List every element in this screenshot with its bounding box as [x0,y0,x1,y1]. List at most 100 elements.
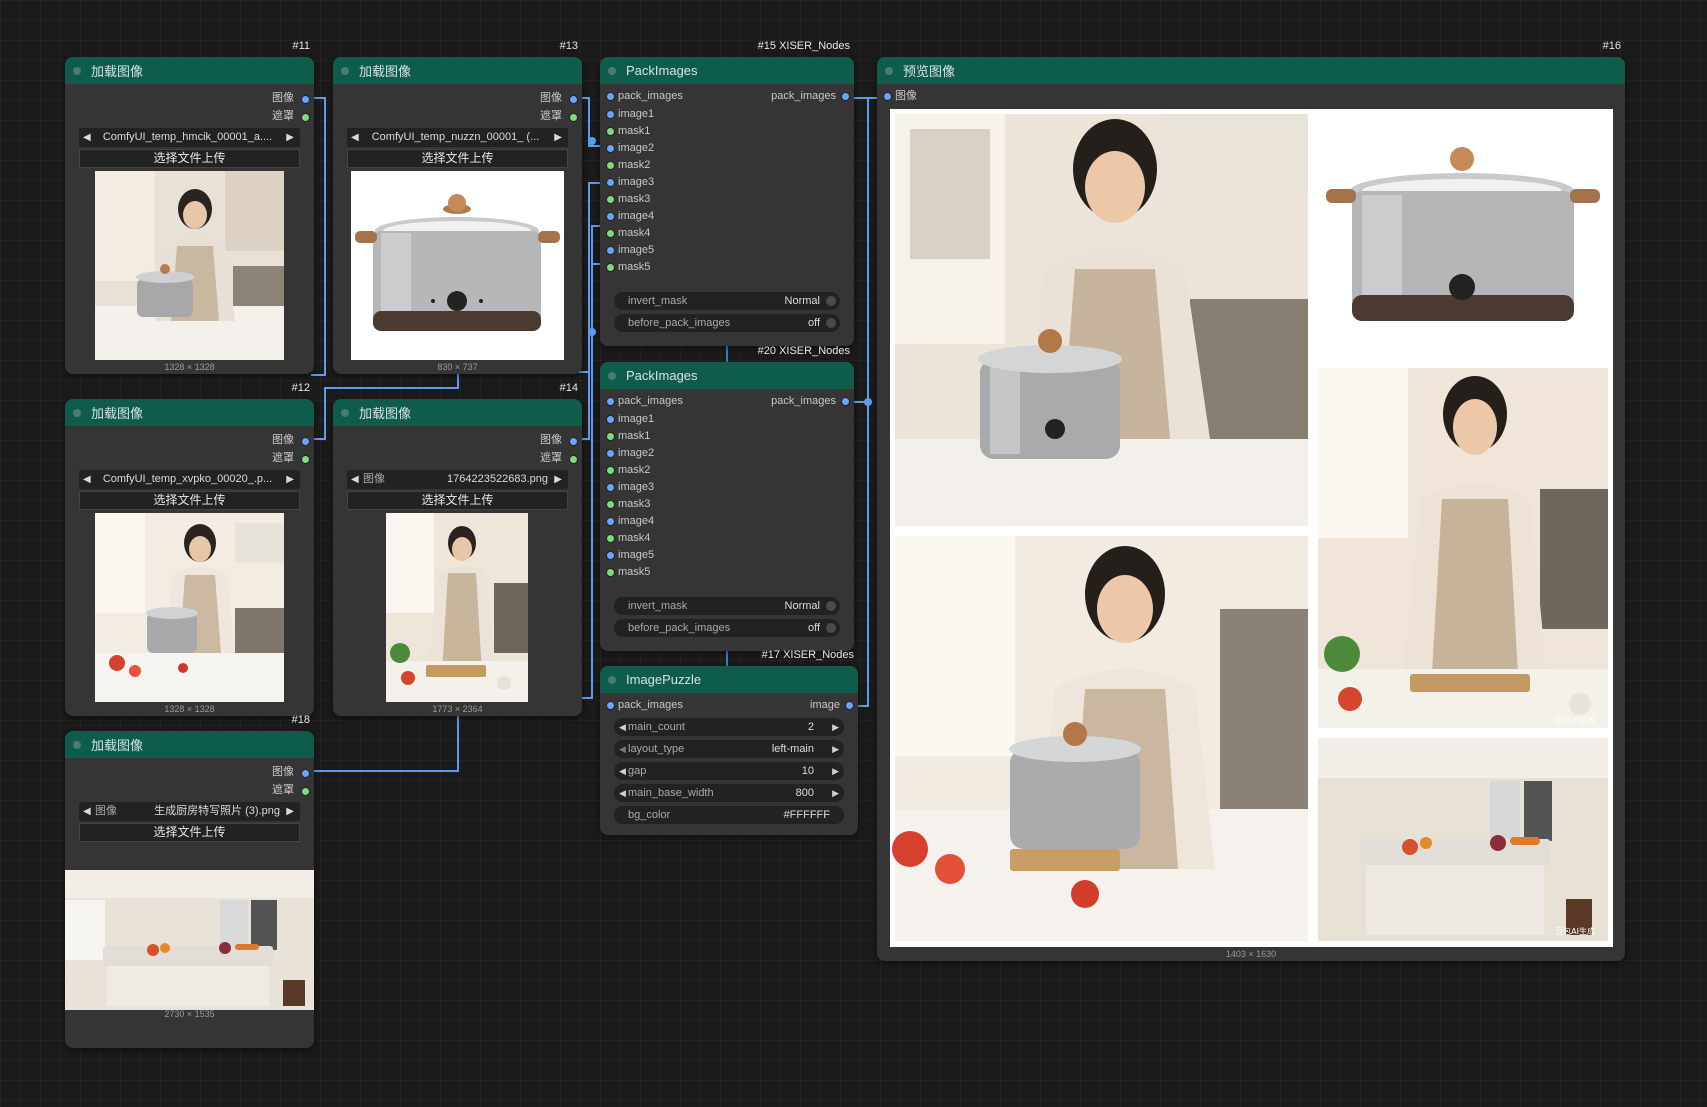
image-file-combo[interactable]: ◀ ComfyUI_temp_xvpko_00020_.p... ▶ [79,470,300,489]
input-mask1-slot[interactable] [606,127,615,136]
image-file-combo[interactable]: ◀ 图像 生成厨房特写照片 (3).png ▶ [79,802,300,821]
main-count-stepper[interactable]: ◀ main_count 2 ▶ [614,718,844,736]
prev-arrow-icon[interactable]: ◀ [83,128,91,147]
collapse-dot-icon[interactable] [341,66,349,75]
input-image2-slot[interactable] [606,449,615,458]
prev-arrow-icon[interactable]: ◀ [351,128,359,147]
input-image2-slot[interactable] [606,144,615,153]
output-mask-slot[interactable] [301,113,310,122]
toggle-knob-icon[interactable] [826,296,836,306]
input-image3-slot[interactable] [606,483,615,492]
input-image5-slot[interactable] [606,246,615,255]
input-mask3-slot[interactable] [606,195,615,204]
output-image-slot[interactable] [845,701,854,710]
node-header[interactable]: 加载图像 [65,57,314,84]
preview-image-node-16[interactable]: #16 预览图像 图像 豆包AI生成 豆包AI生成 1403 × 1630 [877,40,1625,961]
upload-button[interactable]: 选择文件上传 [79,149,300,168]
node-header[interactable]: PackImages [600,362,854,389]
input-pack-images-slot[interactable] [606,92,615,101]
input-image3-slot[interactable] [606,178,615,187]
node-header[interactable]: 加载图像 [333,57,582,84]
node-header[interactable]: 加载图像 [65,731,314,758]
increment-arrow-icon[interactable]: ▶ [832,762,839,780]
increment-arrow-icon[interactable]: ▶ [832,784,839,802]
before-pack-images-toggle[interactable]: before_pack_images off [614,314,840,332]
next-arrow-icon[interactable]: ▶ [286,128,294,147]
collapse-dot-icon[interactable] [341,408,349,417]
load-image-node-11[interactable]: #11 加载图像 图像 遮罩 ◀ ComfyUI_temp_hmcik_0000… [65,40,314,374]
image-file-combo[interactable]: ◀ 图像 1764223522683.png ▶ [347,470,568,489]
input-image4-slot[interactable] [606,517,615,526]
load-image-node-12[interactable]: #12 加载图像 图像 遮罩 ◀ ComfyUI_temp_xvpko_0002… [65,382,314,716]
input-pack-images-slot[interactable] [606,701,615,710]
layout-type-select[interactable]: ◀ layout_type left-main ▶ [614,740,844,758]
pack-images-node-15[interactable]: #15 XISER_Nodes PackImages pack_images p… [600,40,854,346]
output-mask-slot[interactable] [301,787,310,796]
next-arrow-icon[interactable]: ▶ [832,740,839,758]
next-arrow-icon[interactable]: ▶ [554,470,562,489]
toggle-knob-icon[interactable] [826,601,836,611]
prev-arrow-icon[interactable]: ◀ [619,740,626,758]
output-mask-slot[interactable] [569,455,578,464]
node-header[interactable]: 加载图像 [333,399,582,426]
decrement-arrow-icon[interactable]: ◀ [619,718,626,736]
upload-button[interactable]: 选择文件上传 [79,823,300,842]
image-file-combo[interactable]: ◀ ComfyUI_temp_nuzzn_00001_ (... ▶ [347,128,568,147]
input-image4-slot[interactable] [606,212,615,221]
upload-button[interactable]: 选择文件上传 [347,491,568,510]
output-image-slot[interactable] [301,769,310,778]
input-mask5-slot[interactable] [606,263,615,272]
input-mask4-slot[interactable] [606,534,615,543]
decrement-arrow-icon[interactable]: ◀ [619,762,626,780]
output-mask-slot[interactable] [569,113,578,122]
next-arrow-icon[interactable]: ▶ [286,470,294,489]
input-image-slot[interactable] [883,92,892,101]
load-image-node-18[interactable]: #18 加载图像 图像 遮罩 ◀ 图像 生成厨房特写照片 (3).png ▶ 选… [65,714,314,1048]
input-mask2-slot[interactable] [606,466,615,475]
output-image-slot[interactable] [569,437,578,446]
output-pack-images-slot[interactable] [841,92,850,101]
input-pack-images-slot[interactable] [606,397,615,406]
node-header[interactable]: PackImages [600,57,854,84]
input-mask2-slot[interactable] [606,161,615,170]
node-header[interactable]: 预览图像 [877,57,1625,84]
input-mask3-slot[interactable] [606,500,615,509]
image-puzzle-node-17[interactable]: #17 XISER_Nodes ImagePuzzle pack_images … [600,649,858,835]
output-image-slot[interactable] [301,95,310,104]
invert-mask-toggle[interactable]: invert_mask Normal [614,597,840,615]
input-image5-slot[interactable] [606,551,615,560]
collapse-dot-icon[interactable] [73,66,81,75]
node-header[interactable]: 加载图像 [65,399,314,426]
upload-button[interactable]: 选择文件上传 [347,149,568,168]
prev-arrow-icon[interactable]: ◀ [83,470,91,489]
main-base-width-stepper[interactable]: ◀ main_base_width 800 ▶ [614,784,844,802]
collapse-dot-icon[interactable] [73,408,81,417]
input-image1-slot[interactable] [606,110,615,119]
before-pack-images-toggle[interactable]: before_pack_images off [614,619,840,637]
collapse-dot-icon[interactable] [608,675,616,684]
output-image-slot[interactable] [301,437,310,446]
bg-color-field[interactable]: bg_color #FFFFFF [614,806,844,824]
prev-arrow-icon[interactable]: ◀ [351,470,359,489]
invert-mask-toggle[interactable]: invert_mask Normal [614,292,840,310]
next-arrow-icon[interactable]: ▶ [554,128,562,147]
gap-stepper[interactable]: ◀ gap 10 ▶ [614,762,844,780]
node-header[interactable]: ImagePuzzle [600,666,858,693]
output-mask-slot[interactable] [301,455,310,464]
increment-arrow-icon[interactable]: ▶ [832,718,839,736]
collapse-dot-icon[interactable] [608,66,616,75]
input-mask5-slot[interactable] [606,568,615,577]
pack-images-node-20[interactable]: #20 XISER_Nodes PackImages pack_images p… [600,345,854,651]
output-pack-images-slot[interactable] [841,397,850,406]
output-image-slot[interactable] [569,95,578,104]
upload-button[interactable]: 选择文件上传 [79,491,300,510]
load-image-node-14[interactable]: #14 加载图像 图像 遮罩 ◀ 图像 1764223522683.png ▶ … [333,382,582,716]
next-arrow-icon[interactable]: ▶ [286,802,294,821]
load-image-node-13[interactable]: #13 加载图像 图像 遮罩 ◀ ComfyUI_temp_nuzzn_0000… [333,40,582,374]
decrement-arrow-icon[interactable]: ◀ [619,784,626,802]
input-mask4-slot[interactable] [606,229,615,238]
input-mask1-slot[interactable] [606,432,615,441]
toggle-knob-icon[interactable] [826,623,836,633]
input-image1-slot[interactable] [606,415,615,424]
image-file-combo[interactable]: ◀ ComfyUI_temp_hmcik_00001_a.... ▶ [79,128,300,147]
